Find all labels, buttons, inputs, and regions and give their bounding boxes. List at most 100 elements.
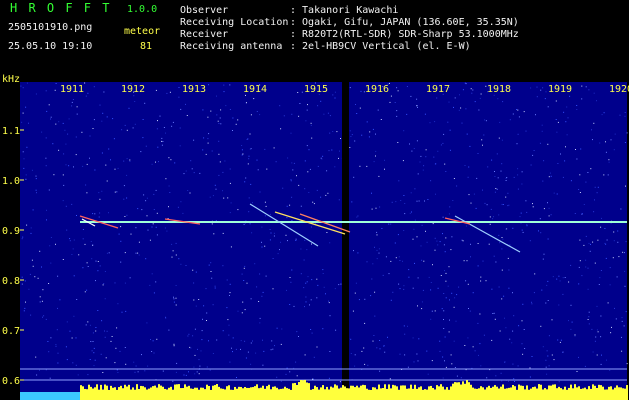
noise-speck	[305, 296, 307, 298]
noise-speck	[623, 325, 625, 327]
noise-speck	[304, 240, 306, 241]
noise-speck	[301, 91, 303, 93]
noise-bar-segment	[130, 389, 132, 400]
noise-speck	[270, 232, 272, 234]
noise-bar-segment	[504, 388, 506, 400]
noise-speck	[151, 351, 153, 352]
noise-speck	[152, 340, 154, 342]
noise-speck	[159, 115, 161, 117]
noise-speck	[463, 260, 465, 262]
noise-speck	[134, 101, 136, 102]
noise-bar-segment	[120, 385, 122, 400]
noise-speck	[73, 239, 75, 241]
noise-speck	[182, 212, 184, 214]
noise-bar-segment	[414, 384, 416, 400]
noise-speck	[259, 191, 261, 193]
noise-speck	[486, 377, 488, 379]
noise-speck	[104, 336, 106, 338]
noise-speck	[624, 115, 626, 117]
noise-speck	[540, 232, 542, 234]
noise-speck	[562, 176, 564, 178]
noise-speck	[505, 177, 507, 179]
noise-speck	[31, 169, 33, 171]
noise-speck	[186, 115, 188, 116]
noise-speck	[123, 185, 125, 187]
noise-speck	[507, 205, 509, 207]
noise-bar-segment	[572, 388, 574, 400]
noise-speck	[416, 200, 418, 202]
noise-bar-segment	[614, 387, 616, 400]
noise-speck	[310, 124, 312, 126]
noise-speck	[164, 227, 166, 229]
x-tick-label: 1918	[487, 84, 511, 95]
noise-speck	[443, 328, 445, 329]
noise-speck	[316, 297, 318, 299]
noise-speck	[614, 133, 616, 135]
noise-bar-segment	[578, 386, 580, 400]
noise-speck	[576, 109, 578, 110]
noise-speck	[541, 289, 543, 291]
noise-speck	[229, 109, 231, 110]
noise-bar-segment	[124, 384, 126, 400]
noise-speck	[508, 269, 510, 271]
noise-speck	[562, 293, 564, 295]
y-tick-label: 1.0	[2, 176, 20, 187]
noise-speck	[87, 266, 89, 267]
noise-speck	[517, 365, 519, 367]
noise-speck	[121, 129, 123, 131]
noise-speck	[621, 320, 623, 322]
noise-speck	[214, 184, 216, 186]
noise-speck	[574, 335, 576, 337]
noise-speck	[555, 100, 557, 102]
noise-speck	[505, 180, 507, 181]
noise-speck	[218, 140, 220, 142]
noise-speck	[52, 143, 54, 145]
noise-speck	[57, 352, 59, 354]
noise-speck	[389, 378, 391, 380]
noise-speck	[388, 273, 390, 275]
noise-speck	[163, 127, 165, 128]
noise-speck	[144, 102, 146, 104]
noise-speck	[198, 299, 200, 300]
noise-speck	[271, 340, 273, 342]
noise-speck	[523, 329, 525, 330]
noise-speck	[417, 360, 419, 362]
noise-speck	[334, 288, 336, 290]
noise-speck	[201, 339, 203, 341]
noise-speck	[621, 317, 623, 319]
noise-speck	[87, 92, 89, 94]
noise-speck	[596, 192, 598, 194]
noise-speck	[285, 373, 287, 375]
noise-speck	[565, 146, 566, 148]
noise-speck	[62, 122, 64, 124]
noise-speck	[173, 345, 175, 347]
noise-speck	[339, 150, 340, 152]
noise-speck	[105, 164, 107, 166]
noise-speck	[150, 339, 151, 340]
noise-speck	[328, 150, 330, 152]
noise-bar-segment	[264, 388, 266, 400]
noise-speck	[480, 93, 482, 95]
noise-speck	[120, 240, 122, 242]
noise-speck	[585, 235, 587, 237]
noise-speck	[555, 119, 557, 120]
noise-bar-segment	[450, 386, 452, 400]
noise-bar-segment	[238, 386, 240, 400]
noise-bar-segment	[254, 386, 256, 400]
noise-bar-segment	[420, 386, 422, 400]
noise-bar-segment	[598, 384, 600, 400]
noise-speck	[118, 233, 120, 235]
noise-speck	[111, 336, 113, 337]
noise-speck	[390, 299, 392, 301]
noise-speck	[85, 184, 87, 186]
noise-speck	[207, 138, 209, 140]
noise-speck	[275, 161, 277, 163]
noise-speck	[597, 239, 599, 241]
noise-speck	[293, 162, 295, 164]
noise-speck	[498, 137, 500, 139]
noise-speck	[379, 348, 381, 350]
noise-speck	[84, 82, 86, 84]
noise-speck	[522, 353, 524, 355]
noise-speck	[459, 94, 460, 96]
noise-speck	[546, 284, 548, 286]
